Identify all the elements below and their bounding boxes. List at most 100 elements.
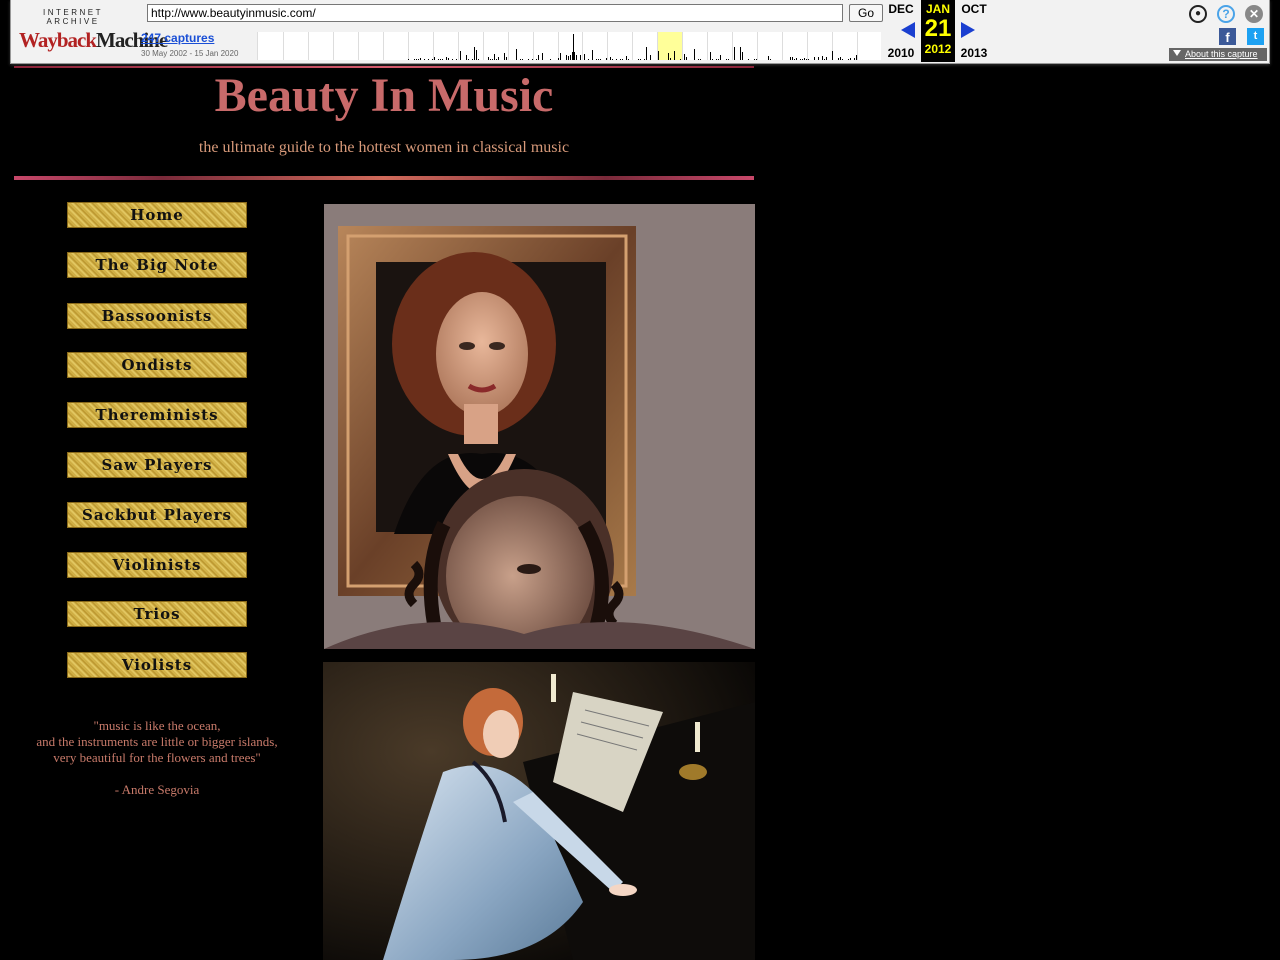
- sparkline-bar: [459, 51, 461, 60]
- about-capture-label: About this capture: [1185, 49, 1258, 59]
- nav-bassoonists[interactable]: Bassoonists: [67, 303, 247, 329]
- quote-line: and the instruments are little or bigger…: [36, 734, 278, 749]
- sparkline-bar: [823, 59, 825, 60]
- sparkline-bar: [667, 53, 669, 60]
- logo-internet-archive-text: INTERNET ARCHIVE: [43, 8, 103, 26]
- sparkline-bar: [719, 55, 721, 60]
- sparkline-bar: [455, 59, 457, 60]
- sparkline-bar: [609, 57, 611, 60]
- sparkline-bar: [531, 59, 533, 60]
- captures-link[interactable]: 247 captures: [141, 31, 214, 45]
- sparkline-bar: [769, 59, 771, 60]
- sparkline-bar: [645, 47, 647, 60]
- prev-year[interactable]: 2010: [884, 46, 918, 60]
- sparkline-bar: [853, 58, 855, 60]
- next-month[interactable]: OCT: [957, 2, 991, 16]
- sparkline-bar: [715, 59, 717, 60]
- current-day: 21: [924, 15, 952, 42]
- nav-violists[interactable]: Violists: [67, 652, 247, 678]
- sparkline-year-divider: [332, 32, 334, 60]
- piano-painting-image: [323, 662, 755, 960]
- sparkline-bar: [625, 56, 627, 60]
- user-icon[interactable]: ●: [1189, 5, 1207, 23]
- sparkline-bar: [803, 58, 805, 60]
- nav-ondists[interactable]: Ondists: [67, 352, 247, 378]
- quote-line: "music is like the ocean,: [93, 718, 221, 733]
- sparkline-bar: [755, 59, 757, 60]
- sparkline-bar: [467, 59, 469, 60]
- sparkline-bar: [487, 57, 489, 60]
- portrait-painting: [324, 204, 755, 649]
- prev-month[interactable]: DEC: [884, 2, 918, 16]
- sparkline-bar: [423, 59, 425, 60]
- nav-trios[interactable]: Trios: [67, 601, 247, 627]
- sparkline-bar: [413, 59, 415, 60]
- facebook-icon[interactable]: f: [1219, 28, 1236, 45]
- url-input[interactable]: http://www.beautyinmusic.com/: [147, 4, 843, 22]
- sparkline-year-divider: [282, 32, 284, 60]
- next-year[interactable]: 2013: [957, 46, 991, 60]
- sparkline-current-year: [657, 32, 683, 60]
- sparkline-bar: [559, 53, 561, 60]
- sparkline-year-divider: [532, 32, 534, 60]
- sparkline-bar: [619, 59, 621, 60]
- help-icon[interactable]: ?: [1217, 5, 1235, 23]
- sparkline-bar: [437, 59, 439, 60]
- nav-the-big-note[interactable]: The Big Note: [67, 252, 247, 278]
- wayback-logo[interactable]: INTERNET ARCHIVE WaybackMachine: [19, 8, 168, 54]
- sparkline-bar: [493, 54, 495, 60]
- nav-violinists[interactable]: Violinists: [67, 552, 247, 578]
- sparkline-bar: [727, 59, 729, 60]
- quote-line: very beautiful for the flowers and trees…: [53, 750, 261, 765]
- sparkline-bar: [415, 59, 417, 60]
- nav-sackbut-players[interactable]: Sackbut Players: [67, 502, 247, 528]
- current-capture-date: JAN 21 2012: [921, 0, 955, 62]
- prev-capture-arrow-icon[interactable]: [901, 22, 915, 38]
- sparkline-year-divider: [607, 32, 609, 60]
- sparkline-bar: [465, 55, 467, 60]
- sparkline-bar: [841, 59, 843, 60]
- nav-home[interactable]: Home: [67, 202, 247, 228]
- sparkline-bar: [747, 59, 749, 60]
- sparkline-bar: [693, 49, 695, 60]
- sparkline-bar: [587, 59, 589, 60]
- sparkline-bar: [685, 57, 687, 60]
- sparkline-bar: [847, 59, 849, 60]
- sparkline-year-divider: [707, 32, 709, 60]
- next-capture-arrow-icon[interactable]: [961, 22, 975, 38]
- sparkline-bar: [471, 59, 473, 60]
- twitter-icon[interactable]: t: [1247, 28, 1264, 45]
- capture-range: 30 May 2002 - 15 Jan 2020: [141, 49, 239, 58]
- nav-saw-players[interactable]: Saw Players: [67, 452, 247, 478]
- sparkline-bar: [791, 57, 793, 60]
- sparkline-bar: [439, 59, 441, 60]
- sparkline-bar: [649, 55, 651, 60]
- sparkline-bar: [519, 59, 521, 60]
- sparkline-year-divider: [807, 32, 809, 60]
- sparkline-bar: [793, 59, 795, 60]
- sparkline-bar: [717, 59, 719, 60]
- go-button[interactable]: Go: [849, 4, 883, 22]
- site-title: Beauty In Music: [214, 69, 554, 122]
- sparkline-bar: [579, 55, 581, 60]
- about-capture-button[interactable]: About this capture: [1169, 48, 1267, 61]
- close-icon[interactable]: ✕: [1245, 5, 1263, 23]
- sparkline-bar: [657, 51, 659, 60]
- site-tagline: the ultimate guide to the hottest women …: [198, 139, 570, 156]
- sparkline-bar: [489, 59, 491, 60]
- sparkline-bar: [795, 58, 797, 60]
- sparkline-year-divider: [557, 32, 559, 60]
- nav-thereminists[interactable]: Thereminists: [67, 402, 247, 428]
- sparkline-year-divider: [357, 32, 359, 60]
- sparkline-bar: [741, 52, 743, 60]
- sparkline-bar: [407, 59, 409, 60]
- sparkline-bar: [417, 59, 419, 60]
- sparkline-bar: [799, 59, 801, 60]
- sparkline-bar: [683, 54, 685, 60]
- sparkline-bar: [515, 49, 517, 60]
- capture-sparkline[interactable]: [257, 32, 881, 60]
- sparkline-bar: [557, 58, 559, 60]
- sparkline-bar: [503, 53, 505, 60]
- sparkline-bar: [505, 57, 507, 60]
- sparkline-year-divider: [407, 32, 409, 60]
